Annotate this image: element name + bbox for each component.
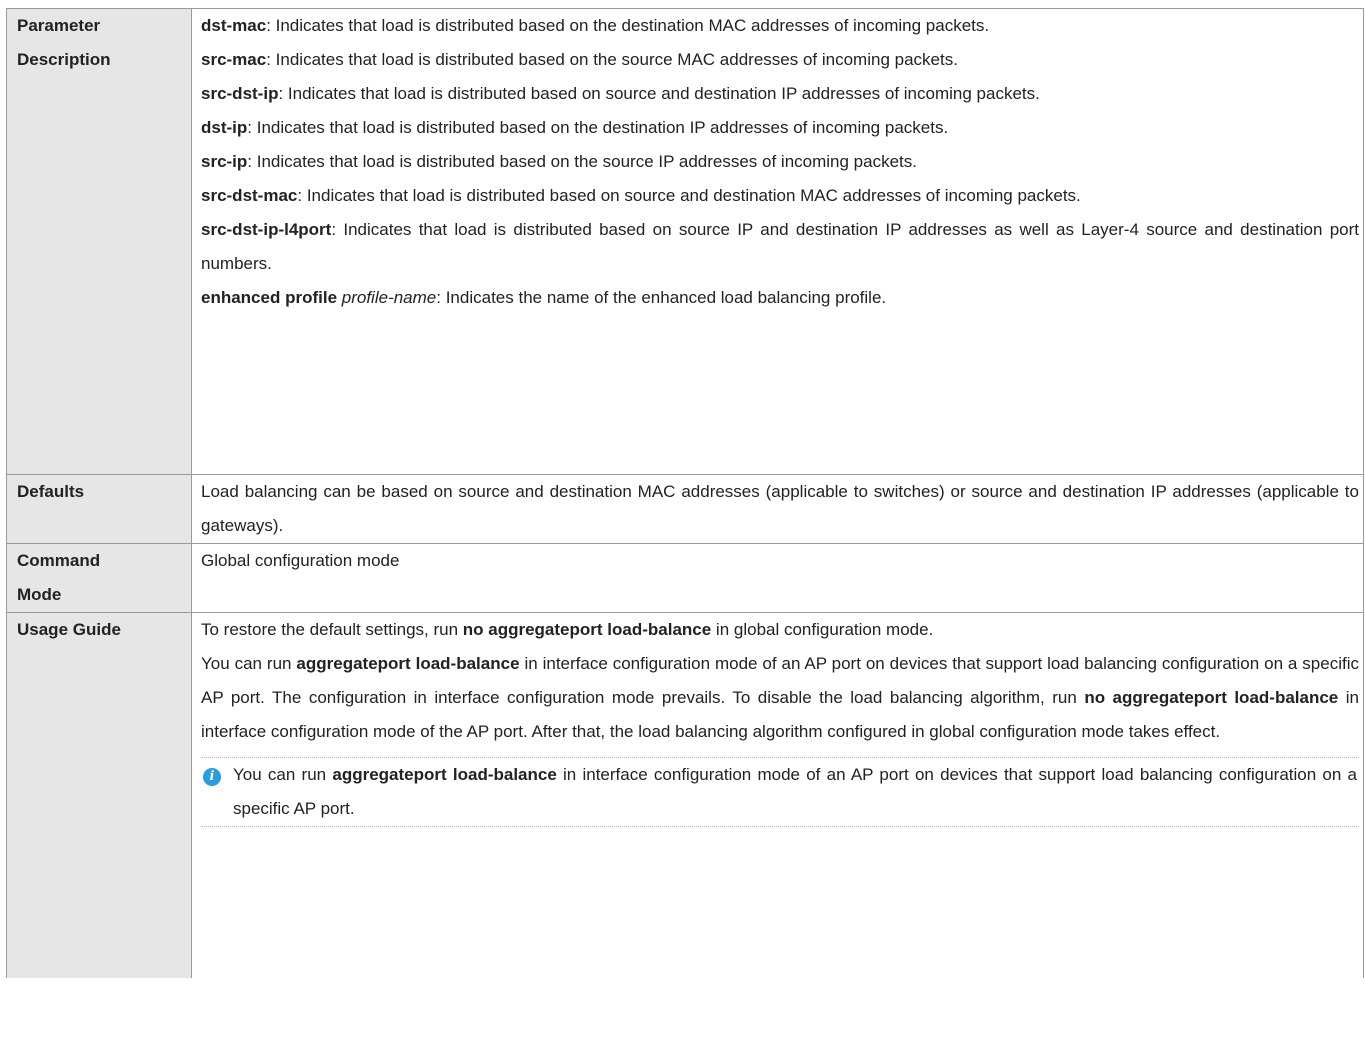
- usage-paragraph-1: To restore the default settings, run no …: [201, 620, 934, 639]
- param-item: dst-mac: Indicates that load is distribu…: [201, 16, 990, 35]
- info-icon: i: [203, 768, 221, 786]
- parameter-description-content: dst-mac: Indicates that load is distribu…: [191, 8, 1364, 475]
- defaults-label: Defaults: [6, 474, 192, 544]
- defaults-content: Load balancing can be based on source an…: [191, 474, 1364, 544]
- param-item: src-dst-ip-l4port: Indicates that load i…: [201, 220, 1359, 273]
- command-mode-row: Command Mode Global configuration mode: [6, 543, 1364, 613]
- param-item: src-mac: Indicates that load is distribu…: [201, 50, 958, 69]
- parameter-description-row: Parameter Description dst-mac: Indicates…: [6, 8, 1364, 475]
- parameter-description-label: Parameter Description: [6, 8, 192, 475]
- param-item: src-dst-ip: Indicates that load is distr…: [201, 84, 1040, 103]
- param-item: src-dst-mac: Indicates that load is dist…: [201, 186, 1081, 205]
- usage-guide-row: Usage Guide To restore the default setti…: [6, 612, 1364, 978]
- usage-guide-label: Usage Guide: [6, 612, 192, 978]
- usage-paragraph-2: You can run aggregateport load-balance i…: [201, 654, 1359, 741]
- command-reference-table: Parameter Description dst-mac: Indicates…: [6, 8, 1364, 978]
- param-item: dst-ip: Indicates that load is distribut…: [201, 118, 949, 137]
- info-note: i You can run aggregateport load-balance…: [201, 757, 1359, 827]
- usage-guide-content: To restore the default settings, run no …: [191, 612, 1364, 978]
- defaults-row: Defaults Load balancing can be based on …: [6, 474, 1364, 544]
- param-item: enhanced profile profile-name: Indicates…: [201, 288, 887, 307]
- param-item: src-ip: Indicates that load is distribut…: [201, 152, 917, 171]
- command-mode-content: Global configuration mode: [191, 543, 1364, 613]
- command-mode-label: Command Mode: [6, 543, 192, 613]
